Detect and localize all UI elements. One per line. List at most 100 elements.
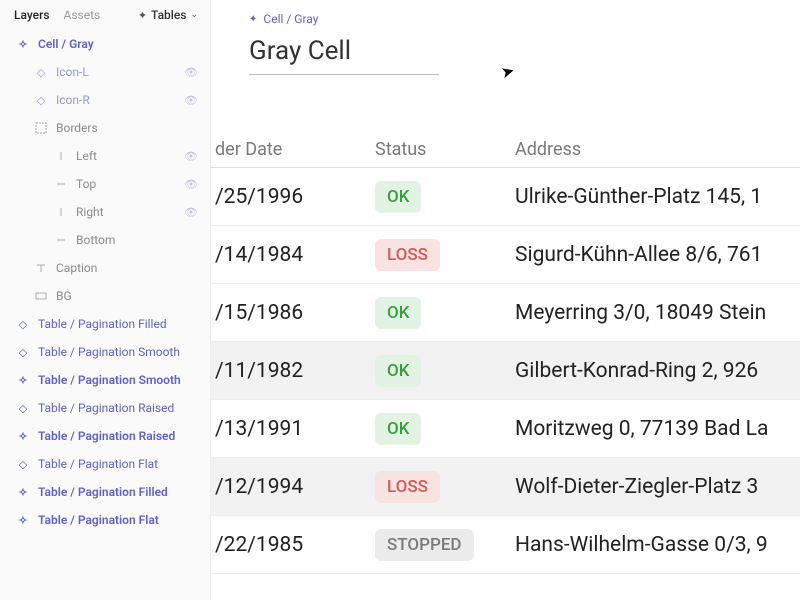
layer-label: BG bbox=[56, 289, 202, 303]
component-icon: ✦ bbox=[138, 9, 147, 22]
cell-address: Ulrike-Günther-Platz 145, 1 bbox=[515, 185, 800, 209]
layer-label: Top bbox=[76, 177, 180, 191]
layer-item[interactable]: Right👁 bbox=[0, 198, 210, 226]
canvas[interactable]: ✦ Cell / Gray Gray Cell ➤ der Date Statu… bbox=[210, 0, 800, 600]
layer-item[interactable]: ✧ Table / Pagination Raised bbox=[0, 422, 210, 450]
cell-status: LOSS bbox=[375, 471, 515, 503]
layer-label: Table / Pagination Filled bbox=[38, 485, 202, 499]
component-title-input[interactable]: Gray Cell bbox=[249, 36, 439, 75]
layer-label: Icon-L bbox=[56, 65, 180, 79]
layer-label: Icon-R bbox=[56, 93, 180, 107]
cell-address: Wolf-Dieter-Ziegler-Platz 3 bbox=[515, 475, 800, 499]
breadcrumb[interactable]: ✦ Cell / Gray bbox=[249, 12, 318, 26]
layer-label: Table / Pagination Filled bbox=[38, 317, 202, 331]
layer-label: Table / Pagination Raised bbox=[38, 429, 202, 443]
layer-item[interactable]: ✧ Table / Pagination Filled bbox=[0, 478, 210, 506]
table-row[interactable]: /13/1991OKMoritzweg 0, 77139 Bad La bbox=[210, 400, 800, 458]
top-icon bbox=[54, 177, 68, 191]
layer-item[interactable]: ◇Icon-L👁 bbox=[0, 58, 210, 86]
bottom-icon bbox=[54, 233, 68, 247]
tab-assets[interactable]: Assets bbox=[64, 8, 101, 22]
status-badge: OK bbox=[375, 413, 421, 445]
layer-label: Table / Pagination Raised bbox=[38, 401, 202, 415]
col-header-address[interactable]: Address bbox=[515, 139, 800, 160]
page-dropdown[interactable]: ✦ Tables ⌄ bbox=[138, 8, 198, 22]
tab-layers[interactable]: Layers bbox=[14, 8, 50, 22]
table-row[interactable]: /15/1986OK Meyerring 3/0, 18049 Stein bbox=[210, 284, 800, 342]
table-row[interactable]: /12/1994LOSS Wolf-Dieter-Ziegler-Platz 3 bbox=[210, 458, 800, 516]
cell-status: STOPPED bbox=[375, 529, 515, 561]
diamond-icon: ◇ bbox=[16, 457, 30, 471]
layer-label: Borders bbox=[56, 121, 202, 135]
status-badge: OK bbox=[375, 297, 421, 329]
table-row[interactable]: /22/1985STOPPEDHans-Wilhelm-Gasse 0/3, 9 bbox=[210, 516, 800, 574]
cell-address: Hans-Wilhelm-Gasse 0/3, 9 bbox=[515, 533, 800, 557]
layer-item[interactable]: Left👁 bbox=[0, 142, 210, 170]
layer-label: Left bbox=[76, 149, 180, 163]
layer-item[interactable]: Top👁 bbox=[0, 170, 210, 198]
cell-address: Moritzweg 0, 77139 Bad La bbox=[515, 417, 800, 441]
sample-table: der Date Status Address /25/1996OKUlrike… bbox=[210, 132, 800, 574]
borders-icon bbox=[34, 121, 48, 135]
cell-status: OK bbox=[375, 413, 515, 445]
diamond-icon: ◇ bbox=[16, 317, 30, 331]
chevron-down-icon: ⌄ bbox=[190, 10, 198, 20]
visibility-toggle-icon[interactable]: 👁 bbox=[180, 150, 202, 163]
layers-panel: Layers Assets ✦ Tables ⌄ ✧Cell / Gray◇Ic… bbox=[0, 0, 210, 600]
layer-item[interactable]: ✧ Cell / Gray bbox=[0, 30, 210, 58]
visibility-toggle-icon[interactable]: 👁 bbox=[180, 94, 202, 107]
visibility-toggle-icon[interactable]: 👁 bbox=[180, 66, 202, 79]
table-row[interactable]: /14/1984LOSSSigurd-Kühn-Allee 8/6, 761 bbox=[210, 226, 800, 284]
component-icon: ✧ bbox=[16, 485, 30, 499]
sidebar-tabs: Layers Assets ✦ Tables ⌄ bbox=[0, 0, 210, 30]
layer-label: Table / Pagination Flat bbox=[38, 513, 202, 527]
table-header: der Date Status Address bbox=[210, 132, 800, 168]
layer-label: Cell / Gray bbox=[38, 37, 202, 51]
status-badge: LOSS bbox=[375, 471, 440, 503]
layer-item[interactable]: ◇Icon-R👁 bbox=[0, 86, 210, 114]
layer-item[interactable]: ◇Table / Pagination Raised bbox=[0, 394, 210, 422]
layer-item[interactable]: ✧ Table / Pagination Flat bbox=[0, 506, 210, 534]
layer-item[interactable]: ◇ Table / Pagination Filled bbox=[0, 310, 210, 338]
breadcrumb-label: Cell / Gray bbox=[263, 12, 318, 26]
col-header-date[interactable]: der Date bbox=[215, 139, 375, 160]
cell-address: Meyerring 3/0, 18049 Stein bbox=[515, 301, 800, 325]
cell-status: OK bbox=[375, 297, 515, 329]
layer-item[interactable]: Bottom bbox=[0, 226, 210, 254]
status-badge: OK bbox=[375, 355, 421, 387]
visibility-toggle-icon[interactable]: 👁 bbox=[180, 206, 202, 219]
table-row[interactable]: /25/1996OK Ulrike-Günther-Platz 145, 1 bbox=[210, 168, 800, 226]
component-icon: ✧ bbox=[16, 373, 30, 387]
cell-address: Gilbert-Konrad-Ring 2, 926 bbox=[515, 359, 800, 383]
status-badge: OK bbox=[375, 181, 421, 213]
left-icon bbox=[54, 149, 68, 163]
cell-status: OK bbox=[375, 355, 515, 387]
layer-item[interactable]: ✧Table / Pagination Smooth bbox=[0, 366, 210, 394]
cell-date: /12/1994 bbox=[215, 475, 375, 499]
layer-label: Caption bbox=[56, 261, 202, 275]
text-icon bbox=[34, 261, 48, 275]
status-badge: LOSS bbox=[375, 239, 440, 271]
component-icon: ✧ bbox=[16, 37, 30, 51]
layer-item[interactable]: ◇Table / Pagination Smooth bbox=[0, 338, 210, 366]
cell-date: /15/1986 bbox=[215, 301, 375, 325]
layer-label: Bottom bbox=[76, 233, 202, 247]
layer-label: Right bbox=[76, 205, 180, 219]
layer-item[interactable]: Caption bbox=[0, 254, 210, 282]
col-header-status[interactable]: Status bbox=[375, 139, 515, 160]
component-icon: ✧ bbox=[16, 513, 30, 527]
component-icon: ✧ bbox=[16, 429, 30, 443]
cell-status: OK bbox=[375, 181, 515, 213]
layer-item[interactable]: BG bbox=[0, 282, 210, 310]
cell-date: /11/1982 bbox=[215, 359, 375, 383]
layer-item[interactable]: Borders bbox=[0, 114, 210, 142]
rect-icon bbox=[34, 289, 48, 303]
cell-date: /14/1984 bbox=[215, 243, 375, 267]
cursor-icon: ➤ bbox=[499, 61, 517, 83]
visibility-toggle-icon[interactable]: 👁 bbox=[180, 178, 202, 191]
layer-label: Table / Pagination Smooth bbox=[38, 345, 202, 359]
cell-date: /25/1996 bbox=[215, 185, 375, 209]
layer-item[interactable]: ◇Table / Pagination Flat bbox=[0, 450, 210, 478]
table-row[interactable]: /11/1982OK Gilbert-Konrad-Ring 2, 926 bbox=[210, 342, 800, 400]
status-badge: STOPPED bbox=[375, 529, 474, 561]
